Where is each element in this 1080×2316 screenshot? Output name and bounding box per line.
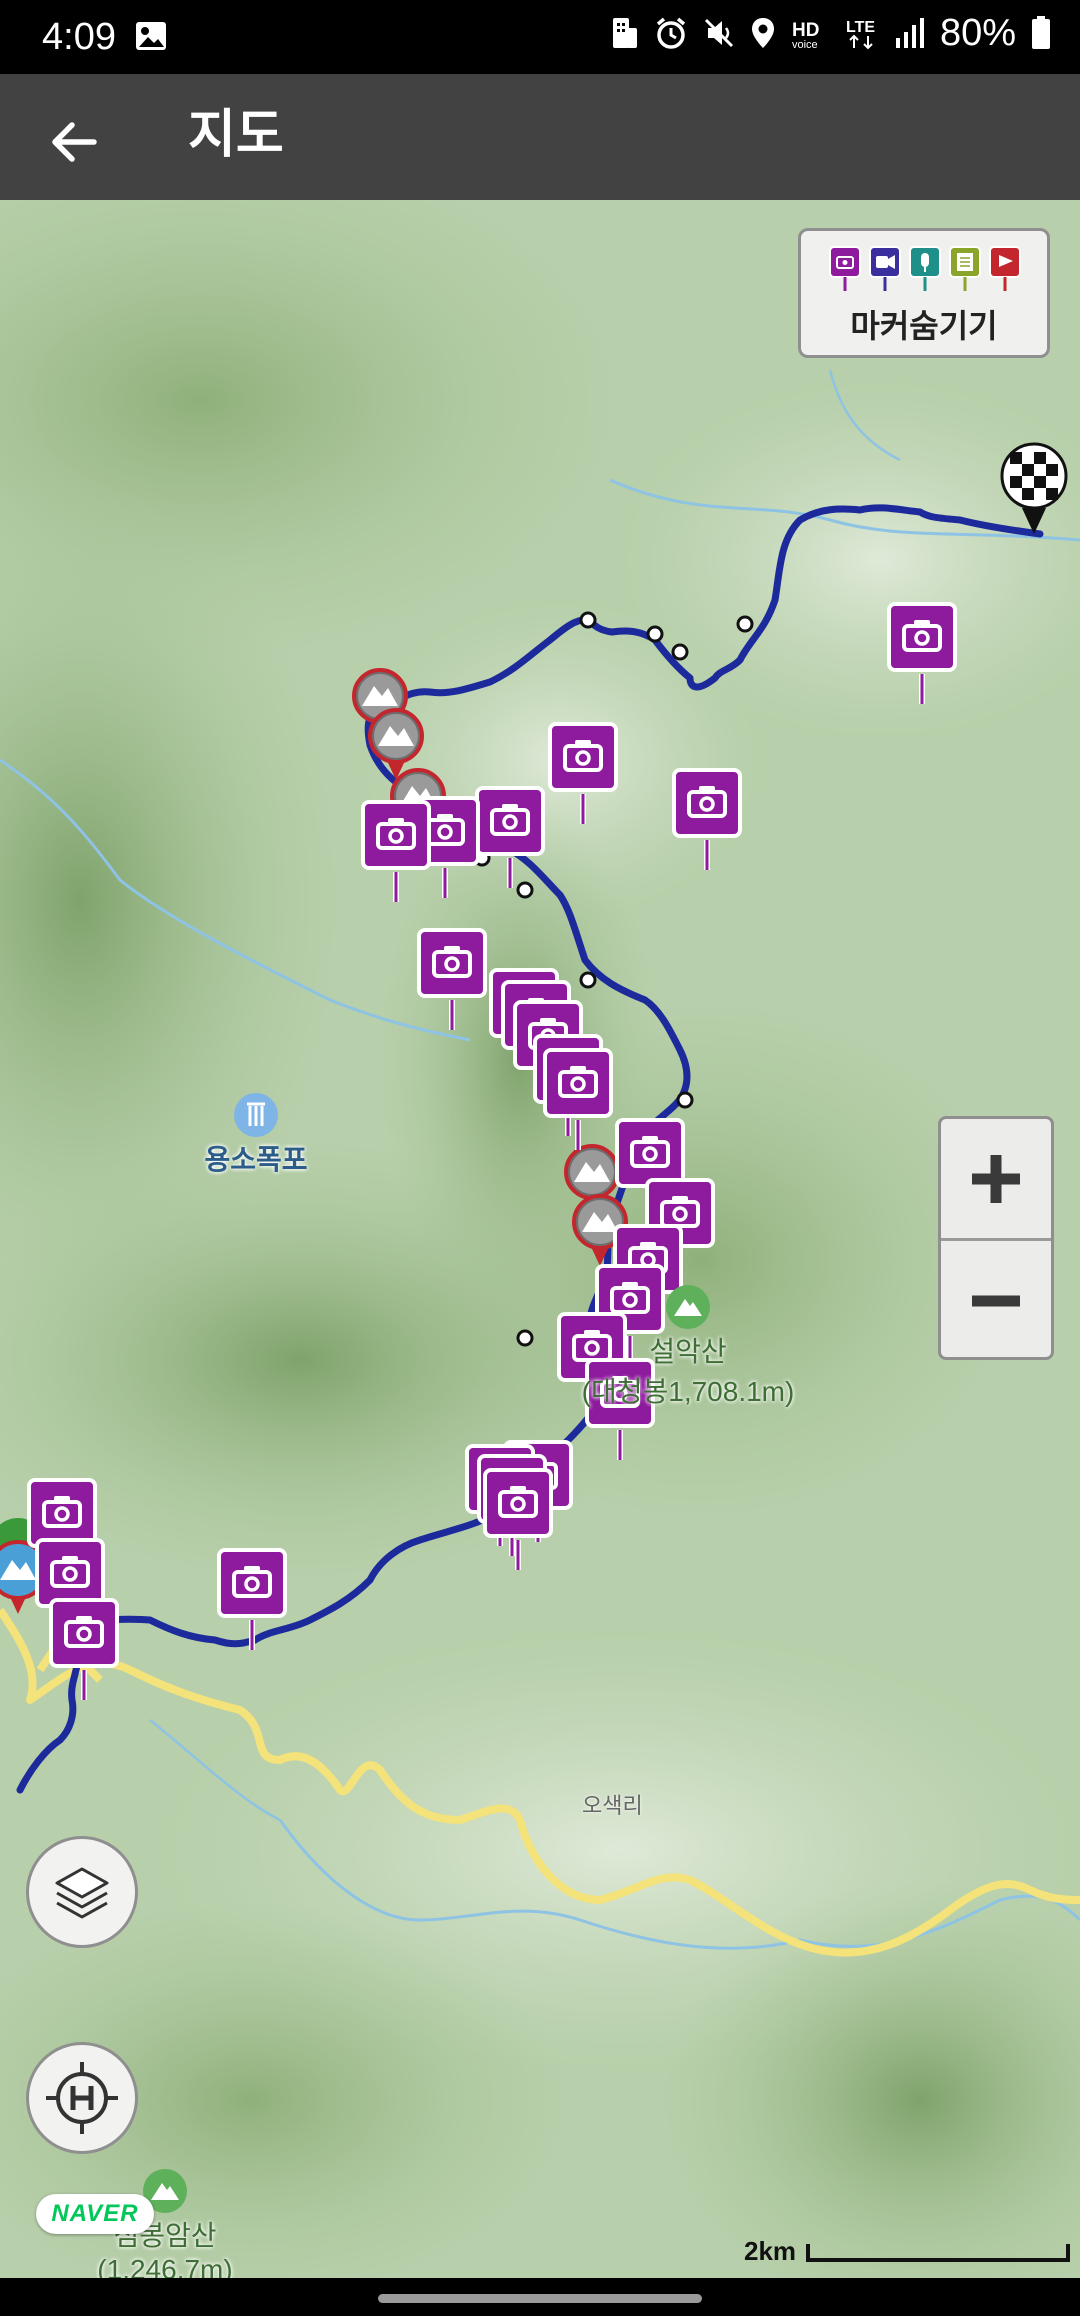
village-label: 오색리 [582, 1793, 643, 1818]
gallery-icon [134, 20, 168, 57]
mountain-icon [666, 1285, 710, 1329]
camera-marker[interactable] [550, 724, 616, 824]
mountain-label: 설악산 (대청봉1,708.1m) [570, 1284, 806, 1410]
camera-marker[interactable] [219, 1550, 285, 1650]
zoom-control [938, 1116, 1054, 1360]
camera-marker[interactable] [485, 1470, 551, 1570]
map-view[interactable]: 마커숨기기 용소폭포 설악산 (대청봉1,708.1m) 오색리 점봉암산 (1… [0, 200, 1080, 2278]
locate-button[interactable] [26, 2042, 138, 2154]
waterfall-label: 용소폭포 [196, 1092, 316, 1178]
battery-icon [1032, 16, 1050, 49]
building-icon [612, 18, 637, 48]
arrow-left-icon [52, 122, 97, 162]
marker-hide-toggle[interactable]: 마커숨기기 [798, 228, 1050, 358]
marker-hide-label: 마커숨기기 [850, 308, 998, 344]
status-icons: HD voice LTE 80% [610, 14, 1052, 52]
svg-text:HD: HD [792, 20, 819, 41]
microphone-icon [909, 246, 941, 291]
scale-line [806, 2244, 1070, 2262]
camera-marker[interactable] [889, 604, 955, 704]
status-bar: 4:09 HD voice LTE 80% [0, 0, 1080, 74]
status-time: 4:09 [42, 16, 116, 58]
layers-button[interactable] [26, 1836, 138, 1948]
scale-label: 2km [744, 2236, 797, 2266]
camera-marker[interactable] [419, 930, 485, 1030]
video-icon [869, 246, 901, 291]
mute-icon [704, 18, 733, 48]
home-gesture-handle[interactable] [378, 2294, 702, 2303]
camera-marker[interactable] [545, 1050, 611, 1150]
memo-icon [949, 246, 981, 291]
waterfall-icon [234, 1093, 278, 1137]
app-bar: 지도 [0, 74, 1080, 200]
system-nav-bar [0, 2278, 1080, 2316]
plus-icon [972, 1154, 1020, 1203]
layers-icon [55, 1867, 109, 1919]
svg-text:voice: voice [792, 39, 818, 50]
camera-icon [829, 246, 861, 291]
lte-icon: LTE [846, 19, 875, 50]
markers-layer [0, 442, 1068, 2278]
battery-percent: 80% [939, 12, 1016, 54]
naver-logo: NAVER [36, 2194, 154, 2234]
minus-icon [972, 1295, 1020, 1306]
camera-marker[interactable] [477, 788, 543, 888]
svg-text:LTE: LTE [846, 19, 875, 36]
zoom-out-button[interactable] [941, 1241, 1051, 1360]
camera-marker[interactable] [674, 770, 740, 870]
signal-icon [895, 18, 924, 48]
zoom-in-button[interactable] [941, 1119, 1051, 1241]
heliport-target-icon [46, 2062, 118, 2134]
hd-voice-icon: HDvoice [792, 20, 819, 50]
flag-icon [989, 246, 1021, 291]
back-button[interactable] [44, 112, 104, 172]
page-title: 지도 [188, 106, 284, 164]
camera-marker[interactable] [363, 802, 429, 902]
camera-marker[interactable] [51, 1600, 117, 1700]
finish-flag-marker[interactable] [1000, 442, 1068, 534]
location-icon [751, 18, 774, 48]
alarm-icon [656, 17, 686, 49]
